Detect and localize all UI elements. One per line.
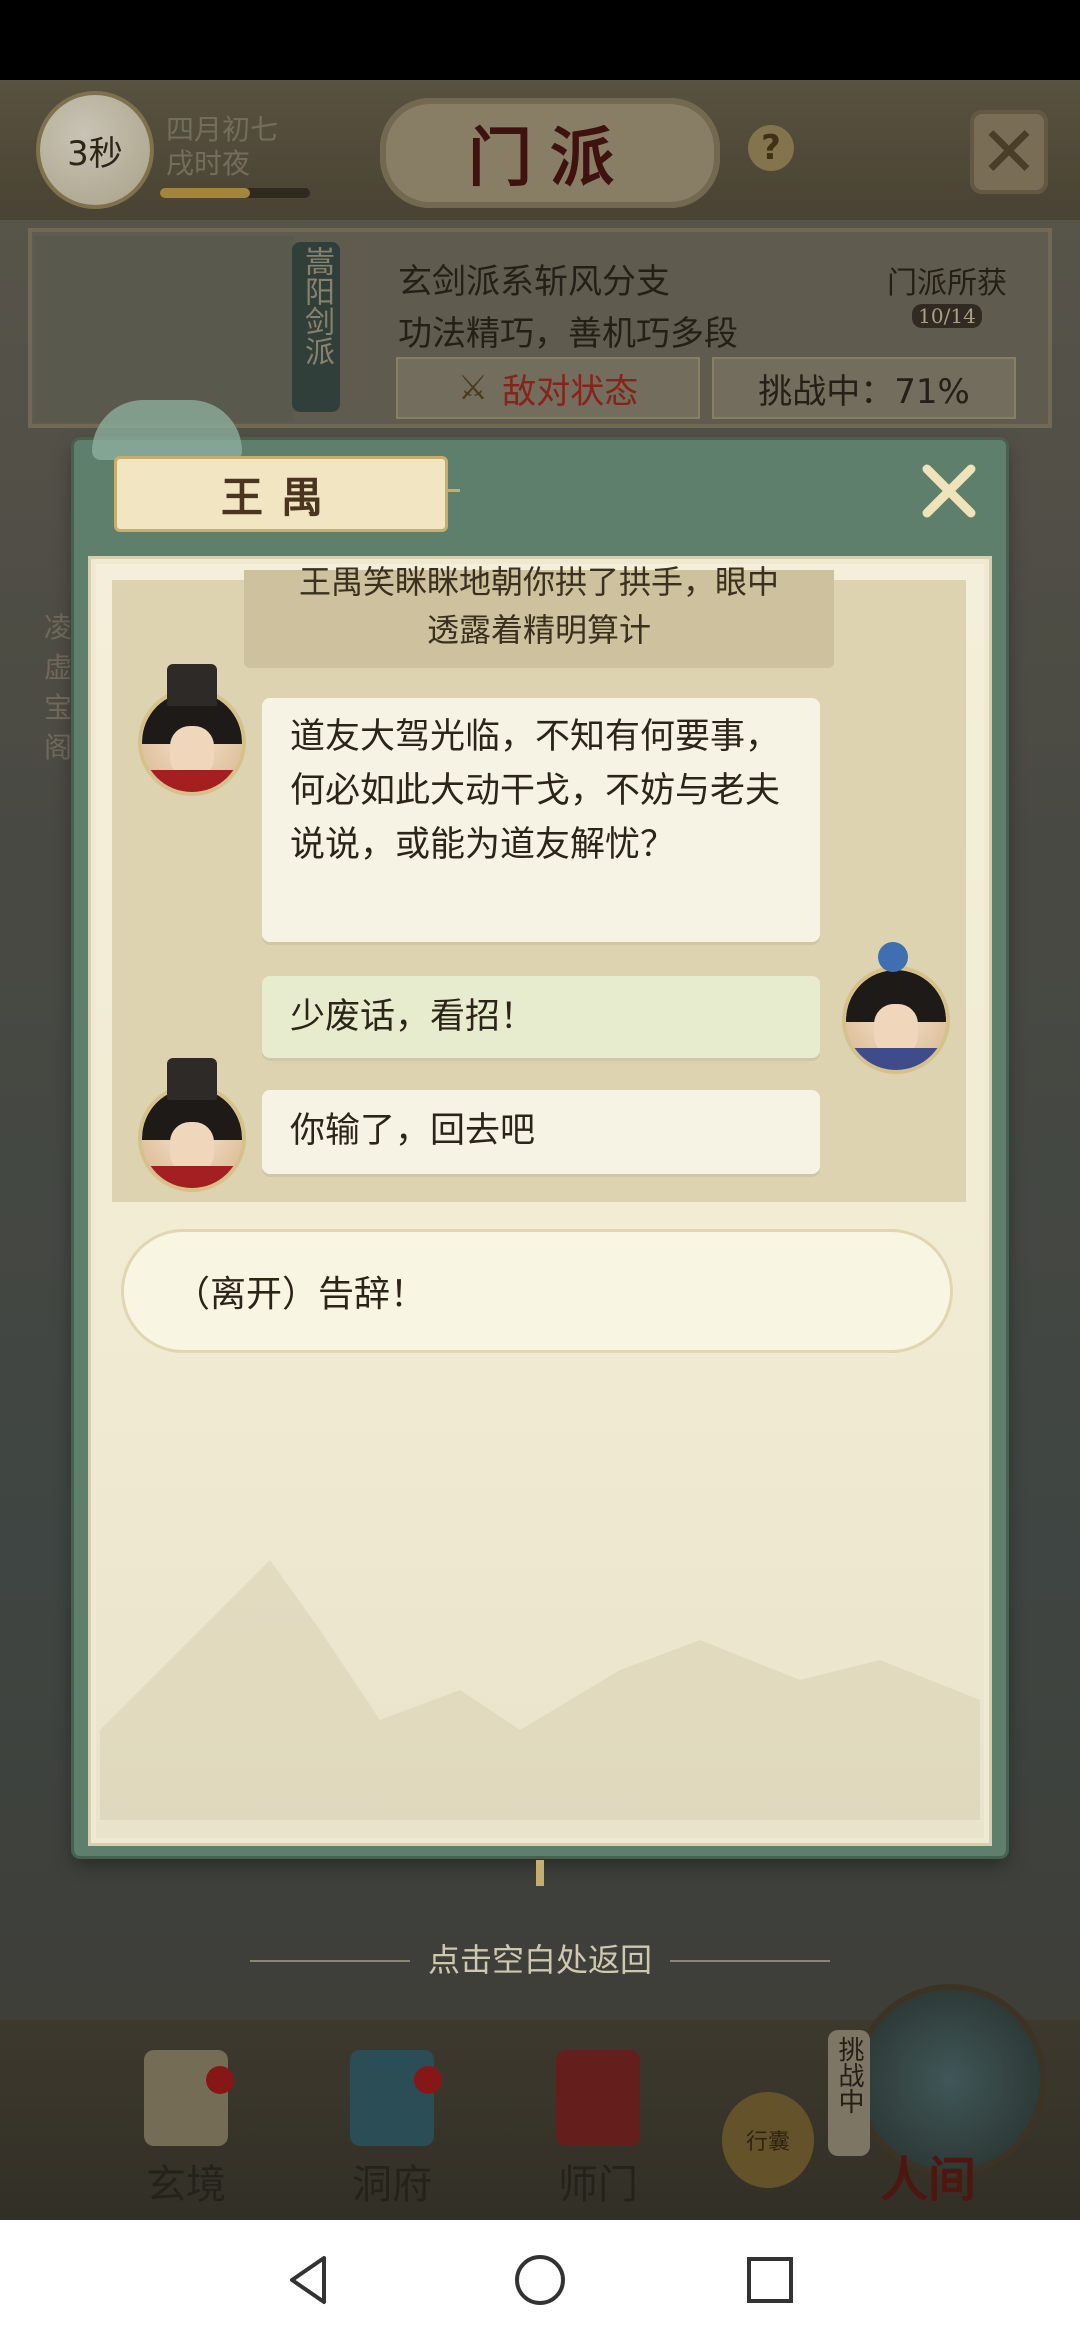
npc-name-plate: 王禺 [114,456,448,532]
back-icon[interactable] [280,2250,340,2310]
npc-hat [167,1058,217,1100]
npc-message-bubble: 你输了，回去吧 [262,1090,820,1174]
npc-avatar [142,692,242,792]
leave-option-label: （离开）告辞！ [174,1274,427,1315]
tap-to-return-hint: 点击空白处返回 [427,1941,652,1979]
recents-icon[interactable] [740,2250,800,2310]
player-avatar [846,970,946,1070]
cloud-ornament [92,400,242,460]
scroll-pin [536,1860,544,1886]
player-crown [878,942,908,972]
player-message-bubble: 少废话，看招！ [262,976,820,1058]
narration-box: 王禺笑眯眯地朝你拱了拱手，眼中 透露着精明算计 [244,563,834,668]
mountain-backdrop [100,1560,980,1820]
npc-message-bubble: 道友大驾光临，不知有何要事，何必如此大动干戈，不妨与老夫说说，或能为道友解忧？ [262,698,820,942]
home-icon[interactable] [510,2250,570,2310]
npc-avatar [142,1088,242,1188]
dialog-close-button[interactable] [914,456,984,526]
close-icon [922,464,976,518]
narration-line-2: 透露着精明算计 [426,611,651,649]
narration-line-1: 王禺笑眯眯地朝你拱了拱手，眼中 [298,563,779,601]
leave-option-button[interactable]: （离开）告辞！ [124,1232,950,1350]
npc-hat [167,664,217,706]
